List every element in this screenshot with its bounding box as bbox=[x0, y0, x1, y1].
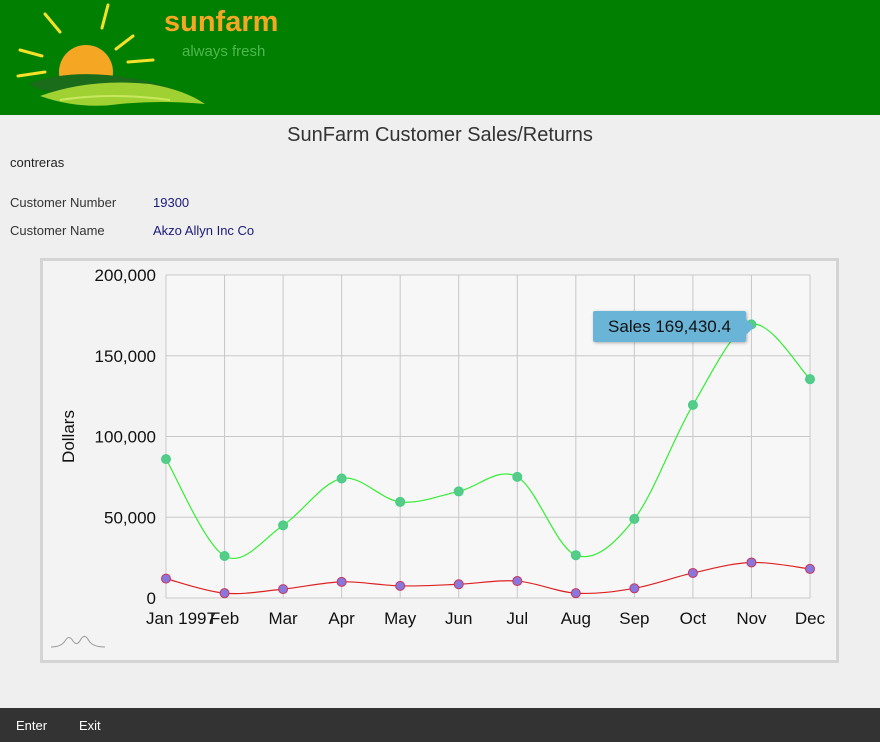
y-axis-label: Dollars bbox=[59, 410, 78, 463]
series-point-2 bbox=[161, 573, 171, 584]
series-point-2 bbox=[570, 588, 581, 599]
series-point-1 bbox=[453, 486, 464, 497]
sales-returns-chart: 0 50,000 100,000 150,000 200,000 Jan 1997 Feb M… bbox=[40, 258, 839, 663]
series-point-1 bbox=[219, 551, 230, 562]
series-point-2 bbox=[512, 576, 523, 587]
series-point-1 bbox=[687, 400, 698, 411]
series-point-1 bbox=[395, 496, 406, 507]
exit-button[interactable]: Exit bbox=[79, 718, 101, 733]
series-point-2 bbox=[336, 576, 347, 587]
x-tick-label: Sep bbox=[619, 609, 649, 628]
series-point-1 bbox=[629, 513, 640, 524]
x-tick-label: Nov bbox=[736, 609, 767, 628]
series-point-2 bbox=[278, 584, 289, 595]
enter-button[interactable]: Enter bbox=[16, 718, 47, 733]
series-point-2 bbox=[805, 563, 815, 574]
series-point-1 bbox=[805, 374, 815, 385]
series-point-2 bbox=[687, 567, 698, 578]
customer-name-value: Akzo Allyn Inc Co bbox=[153, 223, 255, 238]
customer-name-label: Customer Name bbox=[10, 223, 105, 238]
user-name: contreras bbox=[10, 155, 65, 170]
chart-tooltip: Sales 169,430.4 bbox=[593, 311, 754, 342]
series-point-1 bbox=[161, 454, 171, 465]
series-point-2 bbox=[395, 580, 406, 591]
series-point-1 bbox=[512, 471, 523, 482]
x-tick-label: May bbox=[384, 609, 417, 628]
series-point-1 bbox=[278, 520, 289, 531]
brand-tagline: always fresh bbox=[182, 43, 266, 60]
series-point-1 bbox=[336, 473, 347, 484]
x-tick-label: Feb bbox=[210, 609, 239, 628]
y-tick-label: 0 bbox=[147, 589, 156, 608]
x-tick-label: Apr bbox=[328, 609, 355, 628]
x-tick-label: Jul bbox=[506, 609, 528, 628]
x-tick-label: Aug bbox=[561, 609, 591, 628]
customer-number-value: 19300 bbox=[153, 195, 190, 210]
y-tick-label: 150,000 bbox=[95, 347, 156, 366]
x-tick-label: Jan 1997 bbox=[146, 609, 216, 628]
header-banner: sunfarm always fresh bbox=[0, 0, 880, 115]
series-point-2 bbox=[746, 557, 757, 568]
series-point-2 bbox=[453, 579, 464, 590]
series-point-1 bbox=[570, 550, 581, 561]
chart-thumbnail-icon bbox=[50, 635, 106, 648]
x-tick-label: Dec bbox=[795, 609, 826, 628]
series-point-2 bbox=[219, 588, 230, 599]
x-tick-label: Jun bbox=[445, 609, 472, 628]
x-tick-label: Oct bbox=[680, 609, 707, 628]
customer-number-label: Customer Number bbox=[10, 195, 117, 210]
series-point-2 bbox=[629, 583, 640, 594]
function-key-bar: Enter Exit bbox=[0, 708, 880, 742]
page-title: SunFarm Customer Sales/Returns bbox=[287, 124, 593, 146]
brand-name: sunfarm bbox=[164, 6, 279, 38]
y-tick-label: 100,000 bbox=[95, 428, 156, 447]
y-tick-label: 50,000 bbox=[104, 508, 156, 527]
x-tick-label: Mar bbox=[268, 609, 298, 628]
y-tick-label: 200,000 bbox=[95, 266, 156, 285]
